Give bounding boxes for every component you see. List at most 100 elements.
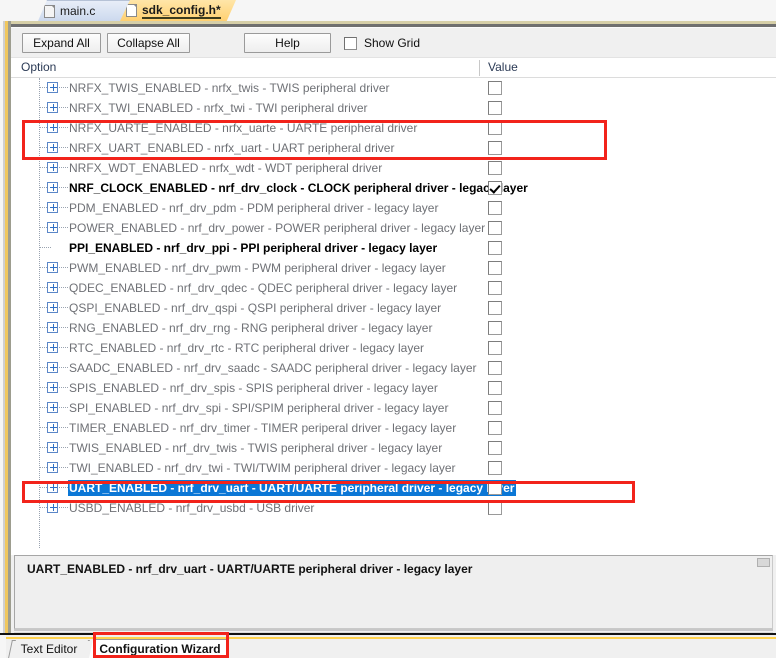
- expand-plus-icon[interactable]: [47, 162, 58, 173]
- option-value-checkbox[interactable]: [488, 501, 502, 515]
- table-row[interactable]: RTC_ENABLED - nrf_drv_rtc - RTC peripher…: [11, 338, 776, 358]
- option-label: NRF_CLOCK_ENABLED - nrf_drv_clock - CLOC…: [69, 181, 528, 195]
- expand-plus-icon[interactable]: [47, 282, 58, 293]
- expand-all-button[interactable]: Expand All: [22, 33, 101, 53]
- option-value-checkbox[interactable]: [488, 241, 502, 255]
- description-scrollbar[interactable]: [757, 558, 770, 567]
- option-tree[interactable]: NRFX_TWIS_ENABLED - nrfx_twis - TWIS per…: [11, 78, 776, 555]
- option-value-checkbox[interactable]: [488, 161, 502, 175]
- option-value-checkbox[interactable]: [488, 261, 502, 275]
- expand-plus-icon[interactable]: [47, 122, 58, 133]
- option-label: PWM_ENABLED - nrf_drv_pwm - PWM peripher…: [69, 261, 446, 275]
- table-row[interactable]: POWER_ENABLED - nrf_drv_power - POWER pe…: [11, 218, 776, 238]
- expand-plus-icon[interactable]: [47, 362, 58, 373]
- table-row[interactable]: SAADC_ENABLED - nrf_drv_saadc - SAADC pe…: [11, 358, 776, 378]
- table-row[interactable]: QSPI_ENABLED - nrf_drv_qspi - QSPI perip…: [11, 298, 776, 318]
- table-row[interactable]: NRF_CLOCK_ENABLED - nrf_drv_clock - CLOC…: [11, 178, 776, 198]
- collapse-all-button[interactable]: Collapse All: [107, 33, 190, 53]
- option-value-checkbox[interactable]: [488, 101, 502, 115]
- expand-plus-icon[interactable]: [47, 462, 58, 473]
- expand-plus-icon[interactable]: [47, 342, 58, 353]
- table-row[interactable]: PDM_ENABLED - nrf_drv_pdm - PDM peripher…: [11, 198, 776, 218]
- show-grid-checkbox[interactable]: [344, 36, 357, 50]
- option-value-checkbox[interactable]: [488, 141, 502, 155]
- tree-connector-line: [59, 427, 68, 428]
- table-row[interactable]: TWIS_ENABLED - nrf_drv_twis - TWIS perip…: [11, 438, 776, 458]
- help-button[interactable]: Help: [244, 33, 331, 53]
- tab-configuration-wizard[interactable]: Configuration Wizard: [93, 640, 227, 658]
- table-row[interactable]: RNG_ENABLED - nrf_drv_rng - RNG peripher…: [11, 318, 776, 338]
- expand-plus-icon[interactable]: [47, 382, 58, 393]
- option-value-checkbox[interactable]: [488, 341, 502, 355]
- tree-connector-line: [59, 167, 68, 168]
- table-row[interactable]: TWI_ENABLED - nrf_drv_twi - TWI/TWIM per…: [11, 458, 776, 478]
- option-value-checkbox[interactable]: [488, 481, 502, 495]
- expand-plus-icon[interactable]: [47, 442, 58, 453]
- option-label: PDM_ENABLED - nrf_drv_pdm - PDM peripher…: [69, 201, 439, 215]
- tree-connector-line: [59, 467, 68, 468]
- table-row[interactable]: NRFX_TWIS_ENABLED - nrfx_twis - TWIS per…: [11, 78, 776, 98]
- option-label: TWIS_ENABLED - nrf_drv_twis - TWIS perip…: [69, 441, 443, 455]
- expand-plus-icon[interactable]: [47, 142, 58, 153]
- option-value-checkbox[interactable]: [488, 181, 502, 195]
- tree-connector-line: [59, 327, 68, 328]
- option-value-checkbox[interactable]: [488, 461, 502, 475]
- tree-row-container: NRFX_TWIS_ENABLED - nrfx_twis - TWIS per…: [11, 78, 776, 518]
- column-header-row: Option Value: [11, 58, 776, 78]
- table-row[interactable]: USBD_ENABLED - nrf_drv_usbd - USB driver: [11, 498, 776, 518]
- editor-tab-label: main.c: [60, 4, 96, 18]
- option-label: RNG_ENABLED - nrf_drv_rng - RNG peripher…: [69, 321, 433, 335]
- option-label: NRFX_TWI_ENABLED - nrfx_twi - TWI periph…: [69, 101, 368, 115]
- show-grid-control[interactable]: Show Grid: [344, 35, 420, 51]
- expand-plus-icon[interactable]: [47, 202, 58, 213]
- option-label: TIMER_ENABLED - nrf_drv_timer - TIMER pe…: [69, 421, 457, 435]
- option-value-checkbox[interactable]: [488, 81, 502, 95]
- option-label: USBD_ENABLED - nrf_drv_usbd - USB driver: [69, 501, 315, 515]
- table-row[interactable]: PPI_ENABLED - nrf_drv_ppi - PPI peripher…: [11, 238, 776, 258]
- expand-plus-icon[interactable]: [47, 422, 58, 433]
- option-value-checkbox[interactable]: [488, 401, 502, 415]
- tree-connector-line: [59, 87, 68, 88]
- tree-connector-line: [59, 127, 68, 128]
- table-row[interactable]: NRFX_TWI_ENABLED - nrfx_twi - TWI periph…: [11, 98, 776, 118]
- expand-plus-icon[interactable]: [47, 222, 58, 233]
- option-value-checkbox[interactable]: [488, 121, 502, 135]
- option-value-checkbox[interactable]: [488, 201, 502, 215]
- option-label: SPI_ENABLED - nrf_drv_spi - SPI/SPIM per…: [69, 401, 449, 415]
- option-value-checkbox[interactable]: [488, 381, 502, 395]
- option-value-checkbox[interactable]: [488, 361, 502, 375]
- option-value-checkbox[interactable]: [488, 441, 502, 455]
- editor-tab-sdk-config-h[interactable]: sdk_config.h*: [120, 0, 236, 21]
- table-row[interactable]: QDEC_ENABLED - nrf_drv_qdec - QDEC perip…: [11, 278, 776, 298]
- expand-plus-icon[interactable]: [47, 402, 58, 413]
- expand-plus-icon[interactable]: [47, 82, 58, 93]
- expand-plus-icon[interactable]: [47, 262, 58, 273]
- editor-tab-label: sdk_config.h*: [142, 2, 221, 19]
- tree-connector-line: [59, 407, 68, 408]
- table-row[interactable]: NRFX_UARTE_ENABLED - nrfx_uarte - UARTE …: [11, 118, 776, 138]
- table-row[interactable]: NRFX_UART_ENABLED - nrfx_uart - UART per…: [11, 138, 776, 158]
- table-row[interactable]: TIMER_ENABLED - nrf_drv_timer - TIMER pe…: [11, 418, 776, 438]
- table-row[interactable]: SPI_ENABLED - nrf_drv_spi - SPI/SPIM per…: [11, 398, 776, 418]
- option-value-checkbox[interactable]: [488, 321, 502, 335]
- option-label: NRFX_UART_ENABLED - nrfx_uart - UART per…: [69, 141, 395, 155]
- table-row[interactable]: SPIS_ENABLED - nrf_drv_spis - SPIS perip…: [11, 378, 776, 398]
- option-value-checkbox[interactable]: [488, 221, 502, 235]
- option-value-checkbox[interactable]: [488, 421, 502, 435]
- wizard-frame: Expand All Collapse All Help Show Grid O…: [0, 21, 776, 634]
- table-row[interactable]: UART_ENABLED - nrf_drv_uart - UART/UARTE…: [11, 478, 776, 498]
- expand-plus-icon[interactable]: [47, 182, 58, 193]
- expand-plus-icon[interactable]: [47, 322, 58, 333]
- expand-plus-icon[interactable]: [47, 502, 58, 513]
- option-value-checkbox[interactable]: [488, 301, 502, 315]
- table-row[interactable]: NRFX_WDT_ENABLED - nrfx_wdt - WDT periph…: [11, 158, 776, 178]
- table-row[interactable]: PWM_ENABLED - nrf_drv_pwm - PWM peripher…: [11, 258, 776, 278]
- expand-plus-icon[interactable]: [47, 482, 58, 493]
- tree-connector-line: [59, 287, 68, 288]
- wizard-toolbar: Expand All Collapse All Help Show Grid: [11, 28, 776, 58]
- tree-connector-line: [59, 367, 68, 368]
- tab-text-editor[interactable]: Text Editor: [10, 640, 88, 658]
- expand-plus-icon[interactable]: [47, 302, 58, 313]
- option-value-checkbox[interactable]: [488, 281, 502, 295]
- expand-plus-icon[interactable]: [47, 102, 58, 113]
